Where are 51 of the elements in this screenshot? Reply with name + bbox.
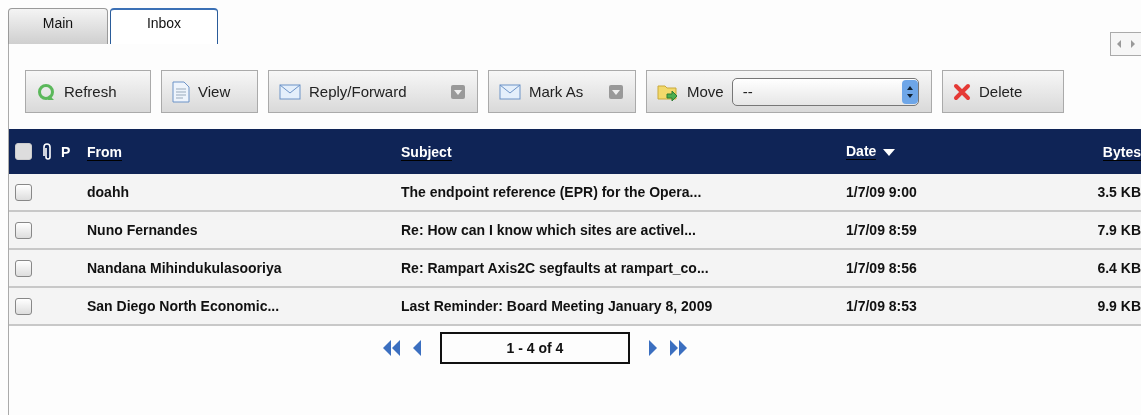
table-cell: Nandana Mihindukulasooriya <box>87 260 282 276</box>
sort-icon <box>882 146 897 157</box>
paperclip-icon <box>43 142 53 161</box>
table-cell: 1/7/09 8:53 <box>846 298 917 314</box>
table-cell: 7.9 KB <box>1097 222 1141 238</box>
right-arrow-icon <box>1129 39 1137 49</box>
table-cell: doahh <box>87 184 129 200</box>
tab[interactable]: Inbox <box>110 8 218 44</box>
column-header[interactable]: From <box>87 143 122 161</box>
column-header[interactable]: Subject <box>401 143 452 161</box>
table-cell: 6.4 KB <box>1097 260 1141 276</box>
table-cell: 1/7/09 9:00 <box>846 184 917 200</box>
previous-page-icon[interactable] <box>412 339 422 357</box>
move-label: Move <box>687 83 724 100</box>
left-arrow-icon <box>1115 39 1123 49</box>
table-cell: 1/7/09 8:56 <box>846 260 917 276</box>
last-page-icon[interactable] <box>668 339 688 357</box>
envelope-icon <box>279 83 301 100</box>
close-icon <box>953 82 971 101</box>
column-header[interactable]: Bytes <box>1102 143 1141 161</box>
envelope-icon <box>499 83 521 100</box>
mail-button[interactable]: Reply/Forward <box>268 70 478 113</box>
tab[interactable]: Main <box>8 8 108 44</box>
column-header[interactable]: P <box>61 143 71 160</box>
table-cell: 1/7/09 8:59 <box>846 222 917 238</box>
table-cell: 3.5 KB <box>1097 184 1141 200</box>
refresh-icon <box>36 81 56 102</box>
row-checkbox[interactable] <box>15 221 32 239</box>
row-checkbox[interactable] <box>15 297 32 315</box>
table-cell: Re: How can I know which sites are activel... <box>401 222 696 238</box>
table-cell: 9.9 KB <box>1097 298 1141 314</box>
stepper-icon <box>902 79 918 104</box>
next-page-icon[interactable] <box>648 339 658 357</box>
row-checkbox[interactable] <box>15 183 32 201</box>
tab-scroll-buttons[interactable] <box>1110 32 1141 56</box>
table-cell: San Diego North Economic... <box>87 298 280 314</box>
delete-button[interactable]: Delete <box>942 70 1064 113</box>
row-checkbox[interactable] <box>15 259 32 277</box>
select-all-checkbox[interactable] <box>15 143 32 160</box>
view-button[interactable]: View <box>161 70 258 113</box>
page-range-field[interactable]: 1 - 4 of 4 <box>440 332 630 364</box>
column-header[interactable]: Date <box>846 143 877 160</box>
folder-select[interactable]: -- <box>731 77 919 106</box>
mail-button[interactable]: Mark As <box>488 70 636 113</box>
table-cell: Nuno Fernandes <box>87 222 198 238</box>
first-page-icon[interactable] <box>382 339 402 357</box>
table-cell: Last Reminder: Board Meeting January 8, 2009 <box>401 298 713 314</box>
document-icon <box>172 80 190 103</box>
table-cell: Re: Rampart Axis2C segfaults at rampart_co... <box>401 260 709 276</box>
refresh-button[interactable]: Refresh <box>25 70 151 113</box>
table-cell: The endpoint reference (EPR) for the Opera... <box>401 184 702 200</box>
